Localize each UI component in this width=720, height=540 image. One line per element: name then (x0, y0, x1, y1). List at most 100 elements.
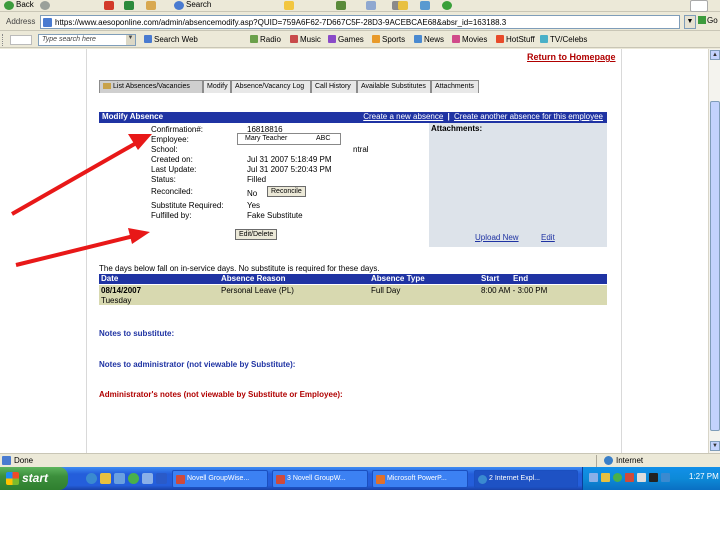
taskbar-item-groupwise-group[interactable]: 3 Novell GroupW... (272, 470, 368, 488)
antivirus-icon[interactable] (601, 473, 610, 482)
address-dropdown-button[interactable]: ▼ (684, 15, 696, 29)
link-games[interactable]: Games (328, 35, 364, 44)
taskbar-clock[interactable]: 1:27 PM (689, 472, 719, 481)
forward-icon[interactable] (40, 1, 50, 10)
vertical-scrollbar[interactable]: ▲ ▼ (708, 49, 720, 453)
scroll-up-icon[interactable]: ▲ (710, 50, 720, 60)
media-icon[interactable] (336, 1, 346, 10)
taskbar-item-groupwise[interactable]: Novell GroupWise... (172, 470, 268, 488)
row-reason: Personal Leave (PL) (221, 286, 294, 295)
back-icon[interactable] (4, 1, 14, 10)
status-divider (596, 455, 597, 467)
search-label[interactable]: Search (186, 0, 211, 9)
link-hotstuff[interactable]: HotStuff (496, 35, 535, 44)
field-school: School: (151, 145, 247, 154)
create-another-absence-link[interactable]: Create another absence for this employee (454, 112, 603, 121)
system-tray: 1:27 PM (582, 467, 720, 490)
toolbar-grip[interactable] (2, 34, 5, 46)
scrollbar-thumb[interactable] (710, 101, 720, 431)
absence-details: Confirmation#: 16818816 Employee: School… (99, 123, 429, 259)
news-icon (414, 35, 422, 43)
mail-icon[interactable] (366, 1, 376, 10)
home-icon[interactable] (146, 1, 156, 10)
tab-attachments[interactable]: Attachments (431, 80, 479, 93)
tab-modify[interactable]: Modify (203, 80, 231, 93)
security-icon[interactable] (625, 473, 634, 482)
reconcile-button[interactable]: Reconcile (267, 186, 306, 197)
msn-logo-icon[interactable] (10, 35, 32, 45)
favorites-icon[interactable] (284, 1, 294, 10)
field-label: Created on: (151, 155, 193, 164)
row-date: 08/14/2007 (101, 286, 142, 295)
administrator-notes-label: Administrator's notes (not viewable by S… (99, 390, 343, 399)
address-input[interactable]: https://www.aesoponline.com/admin/absenc… (40, 15, 680, 29)
link-radio[interactable]: Radio (250, 35, 281, 44)
tab-available-substitutes[interactable]: Available Substitutes (357, 80, 431, 93)
link-music[interactable]: Music (290, 35, 321, 44)
messenger-icon[interactable] (613, 473, 622, 482)
page-icon (43, 18, 52, 27)
row-type: Full Day (371, 286, 401, 295)
notes-to-administrator-label: Notes to administrator (not viewable by … (99, 360, 296, 369)
edit-delete-button[interactable]: Edit/Delete (235, 229, 278, 240)
radio-icon (250, 35, 258, 43)
field-label: Status: (151, 175, 176, 184)
tab-list-absences[interactable]: List Absences/Vacancies (99, 80, 203, 93)
word-quicklaunch-icon[interactable] (156, 473, 167, 484)
folder-icon (103, 83, 111, 89)
discuss-icon[interactable] (420, 1, 430, 10)
refresh-icon[interactable] (124, 1, 134, 10)
back-label[interactable]: Back (16, 0, 34, 9)
messenger-icon[interactable] (442, 1, 452, 10)
upload-new-link[interactable]: Upload New (475, 233, 519, 242)
chevron-down-icon[interactable]: ▼ (126, 35, 135, 45)
link-movies[interactable]: Movies (452, 35, 487, 44)
outlook-quicklaunch-icon[interactable] (100, 473, 111, 484)
go-button[interactable]: Go (698, 16, 718, 25)
field-value: Fake Substitute (247, 211, 303, 220)
field-value: Jul 31 2007 5:20:43 PM (247, 165, 332, 174)
tab-call-history[interactable]: Call History (311, 80, 357, 93)
return-to-homepage-link[interactable]: Return to Homepage (527, 52, 616, 62)
network-icon[interactable] (589, 473, 598, 482)
go-arrow-icon (698, 16, 706, 24)
media-quicklaunch-icon[interactable] (114, 473, 125, 484)
ie-quicklaunch-icon[interactable] (86, 473, 97, 484)
link-news[interactable]: News (414, 35, 444, 44)
search-icon[interactable] (174, 1, 184, 10)
link-sports[interactable]: Sports (372, 35, 405, 44)
address-url: https://www.aesoponline.com/admin/absenc… (55, 18, 507, 27)
attachments-label: Attachments: (431, 124, 483, 133)
form-title: Modify Absence (102, 112, 164, 121)
volume-icon[interactable] (637, 473, 646, 482)
column-header-start: Start (481, 274, 500, 283)
status-bar: Done Internet (0, 453, 720, 467)
field-employee: Employee: (151, 135, 247, 144)
field-label: Employee: (151, 135, 189, 144)
taskbar-item-powerpoint[interactable]: Microsoft PowerP... (372, 470, 468, 488)
update-icon[interactable] (661, 473, 670, 482)
form-actions: Create a new absence | Create another ab… (363, 112, 603, 121)
groupwise-icon (276, 475, 285, 484)
create-new-absence-link[interactable]: Create a new absence (363, 112, 443, 121)
media-icon[interactable] (649, 473, 658, 482)
stop-icon[interactable] (104, 1, 114, 10)
edit-attachments-link[interactable]: Edit (541, 233, 555, 242)
tab-absence-log[interactable]: Absence/Vacancy Log (231, 80, 311, 93)
start-button[interactable]: start (0, 467, 68, 490)
field-reconciled: Reconciled: (151, 187, 247, 196)
scroll-down-icon[interactable]: ▼ (710, 441, 720, 451)
field-created-on: Created on: (151, 155, 247, 164)
link-tv-celebs[interactable]: TV/Celebs (540, 35, 587, 44)
search-web-input[interactable]: Type search here ▼ (38, 34, 136, 46)
taskbar-item-internet-explorer[interactable]: 2 Internet Expl... (474, 470, 578, 488)
messenger-quicklaunch-icon[interactable] (128, 473, 139, 484)
field-label: Last Update: (151, 165, 197, 174)
redacted-overlay: Mary Teacher ABC (237, 133, 341, 145)
desktop-quicklaunch-icon[interactable] (142, 473, 153, 484)
link-search-web[interactable]: Search Web (144, 35, 198, 44)
folder-icon[interactable] (398, 1, 408, 10)
hotstuff-icon (496, 35, 504, 43)
attachments-panel: Attachments: Upload New Edit (429, 123, 607, 247)
field-value: Yes (247, 201, 261, 210)
